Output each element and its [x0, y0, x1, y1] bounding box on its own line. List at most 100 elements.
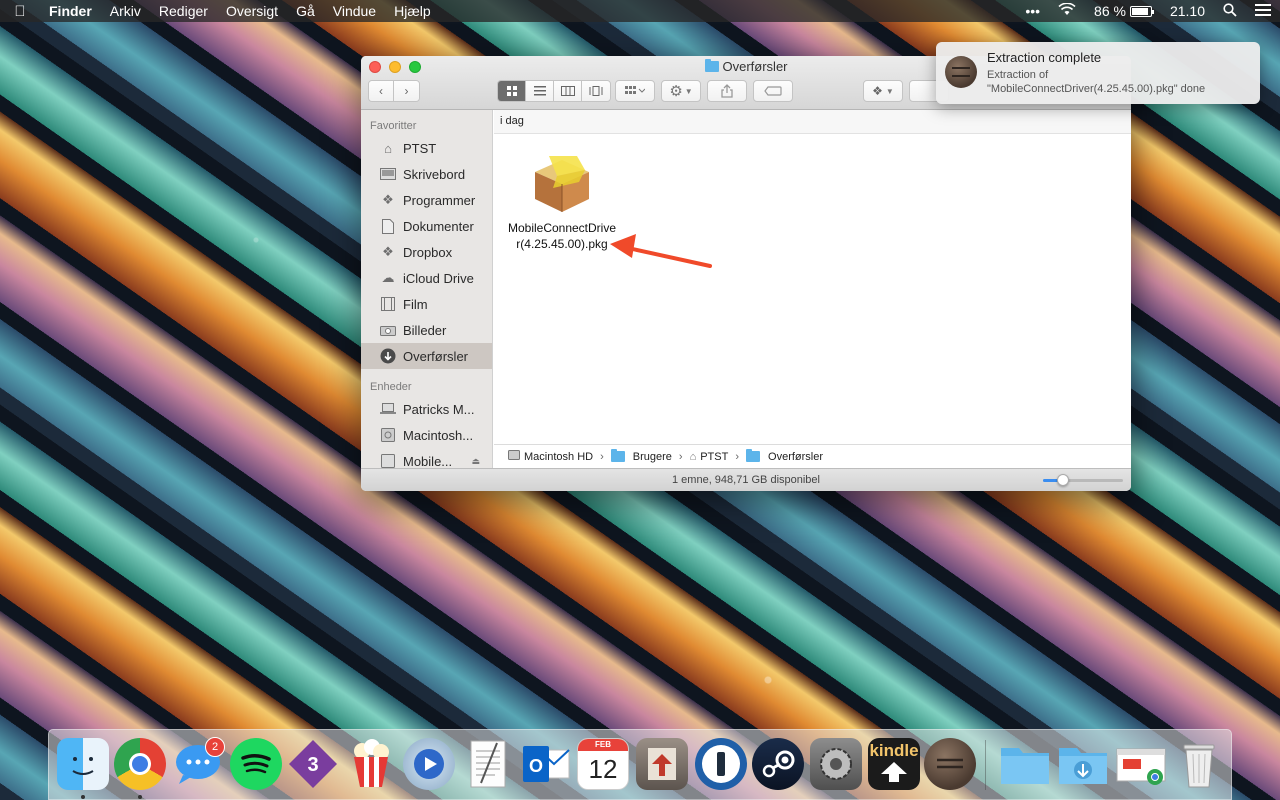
sublime-icon[interactable]: 3 — [287, 738, 339, 790]
menu-vindue[interactable]: Vindue — [324, 3, 385, 19]
arrange-button[interactable] — [615, 80, 655, 102]
path-item-macintosh-hd[interactable]: Macintosh HD — [524, 451, 593, 463]
icon-view-button[interactable] — [498, 81, 526, 101]
finder-window: Overførsler ‹ › ⚙ ▼ ❖ ▼ Favoritter ⌂ PTS… — [361, 56, 1131, 491]
folder-icon[interactable] — [999, 738, 1051, 790]
archive-icon[interactable] — [924, 738, 976, 790]
sublime-label: 3 — [307, 754, 318, 776]
dropbox-menu-button[interactable]: ❖ ▼ — [863, 80, 903, 102]
sidebar-item-film[interactable]: Film — [361, 291, 492, 317]
sidebar-item-patricks-mac[interactable]: Patricks M... — [361, 396, 492, 422]
path-item-brugere[interactable]: Brugere — [633, 451, 672, 463]
installer-icon[interactable] — [636, 738, 688, 790]
sidebar: Favoritter ⌂ PTST Skrivebord ❖ Programmer … — [361, 110, 493, 468]
sidebar-item-skrivebord[interactable]: Skrivebord — [361, 161, 492, 187]
sidebar-item-overforsler[interactable]: Overførsler — [361, 343, 492, 369]
sidebar-item-label: Dokumenter — [403, 218, 474, 234]
back-forward-control: ‹ › — [368, 80, 420, 102]
menu-app-name[interactable]: Finder — [40, 3, 101, 19]
sidebar-item-label: iCloud Drive — [403, 270, 474, 286]
home-icon: ⌂ — [384, 140, 392, 156]
chevron-down-icon: ▼ — [885, 86, 894, 96]
sidebar-item-programmer[interactable]: ❖ Programmer — [361, 187, 492, 213]
kindle-icon[interactable]: kindle — [868, 738, 920, 790]
spotify-icon[interactable] — [230, 738, 282, 790]
hard-drive-icon — [379, 427, 397, 443]
menu-arkiv[interactable]: Arkiv — [101, 3, 150, 19]
onepassword-icon[interactable] — [695, 738, 747, 790]
eject-icon[interactable]: ⏏ — [471, 456, 480, 467]
outlook-icon[interactable]: O — [520, 738, 572, 790]
path-separator-icon: › — [600, 450, 604, 463]
sidebar-item-label: Overførsler — [403, 348, 468, 364]
calendar-day: 12 — [588, 754, 618, 784]
apple-menu-icon[interactable]:  — [0, 3, 40, 20]
tag-button[interactable] — [753, 80, 793, 102]
quicktime-icon[interactable] — [403, 738, 455, 790]
battery-icon — [1129, 6, 1154, 17]
trash-icon[interactable] — [1173, 738, 1225, 790]
sidebar-item-dropbox[interactable]: ❖ Dropbox — [361, 239, 492, 265]
file-browser[interactable]: i dag MobileConnectDriver(4.25.45.00).pk… — [494, 110, 1131, 444]
more-dots-icon[interactable]: ••• — [1016, 3, 1049, 19]
share-button[interactable] — [707, 80, 747, 102]
dropbox-icon: ❖ — [872, 84, 883, 98]
cover-flow-button[interactable] — [582, 81, 610, 101]
list-view-button[interactable] — [526, 81, 554, 101]
unread-badge: 2 — [205, 737, 225, 757]
sidebar-favorites-header: Favoritter — [370, 120, 417, 132]
column-view-button[interactable] — [554, 81, 582, 101]
running-indicator — [138, 795, 142, 799]
finder-icon[interactable] — [57, 738, 109, 790]
spotlight-search-icon[interactable] — [1214, 2, 1246, 20]
menu-bar:  Finder Arkiv Rediger Oversigt Gå Vindu… — [0, 0, 1280, 22]
notification-center-icon[interactable] — [1246, 3, 1280, 19]
settings-icon[interactable] — [810, 738, 862, 790]
menu-hjaelp[interactable]: Hjælp — [385, 3, 440, 19]
back-button[interactable]: ‹ — [369, 81, 395, 101]
textedit-icon[interactable] — [462, 738, 514, 790]
notification-banner[interactable]: Extraction complete Extraction of "Mobil… — [936, 42, 1260, 104]
chrome-icon[interactable] — [114, 738, 166, 790]
sidebar-item-mobile-disk[interactable]: Mobile... ⏏ — [361, 448, 492, 468]
sidebar-item-label: Programmer — [403, 192, 476, 208]
path-item-ptst[interactable]: PTST — [700, 451, 728, 463]
chevron-down-icon: ▼ — [684, 86, 693, 96]
sidebar-item-label: PTST — [403, 140, 437, 156]
folder-icon — [746, 449, 761, 462]
menu-gaa[interactable]: Gå — [287, 3, 324, 19]
calendar-month: FEB — [578, 739, 628, 751]
downloads-folder-icon[interactable] — [1057, 738, 1109, 790]
status-bar: 1 emne, 948,71 GB disponibel — [361, 468, 1131, 491]
wifi-icon[interactable] — [1049, 2, 1085, 19]
file-item[interactable]: MobileConnectDriver(4.25.45.00).pkg — [506, 152, 618, 252]
sidebar-item-label: Patricks M... — [403, 401, 475, 417]
icon-size-slider[interactable] — [1043, 474, 1123, 486]
battery-percent: 86 % — [1094, 3, 1126, 19]
clock[interactable]: 21.10 — [1161, 3, 1214, 19]
sidebar-item-dokumenter[interactable]: Dokumenter — [361, 213, 492, 239]
sidebar-item-label: Dropbox — [403, 244, 453, 260]
sidebar-item-billeder[interactable]: Billeder — [361, 317, 492, 343]
sidebar-item-ptst[interactable]: ⌂ PTST — [361, 135, 492, 161]
sidebar-devices-header: Enheder — [370, 381, 412, 393]
menu-rediger[interactable]: Rediger — [150, 3, 217, 19]
slider-knob[interactable] — [1057, 474, 1069, 486]
svg-text:O: O — [529, 756, 543, 776]
sidebar-item-icloud-drive[interactable]: ☁ iCloud Drive — [361, 265, 492, 291]
notification-body-line1: Extraction of — [987, 69, 1049, 81]
window-title-text: Overførsler — [722, 59, 788, 74]
menu-oversigt[interactable]: Oversigt — [217, 3, 287, 19]
steam-icon[interactable] — [752, 738, 804, 790]
action-gear-button[interactable]: ⚙ ▼ — [661, 80, 701, 102]
battery-status[interactable]: 86 % — [1085, 3, 1161, 19]
chrome-window-icon[interactable] — [1115, 738, 1167, 790]
calendar-icon[interactable]: FEB 12 — [577, 738, 629, 790]
path-separator-icon: › — [735, 450, 740, 463]
forward-button[interactable]: › — [394, 81, 419, 101]
annotation-arrow-icon — [610, 234, 712, 268]
path-item-overforsler[interactable]: Overførsler — [768, 451, 823, 463]
notification-title: Extraction complete — [987, 50, 1102, 65]
sidebar-item-macintosh-hd[interactable]: Macintosh... — [361, 422, 492, 448]
popcorn-icon[interactable] — [345, 738, 397, 790]
